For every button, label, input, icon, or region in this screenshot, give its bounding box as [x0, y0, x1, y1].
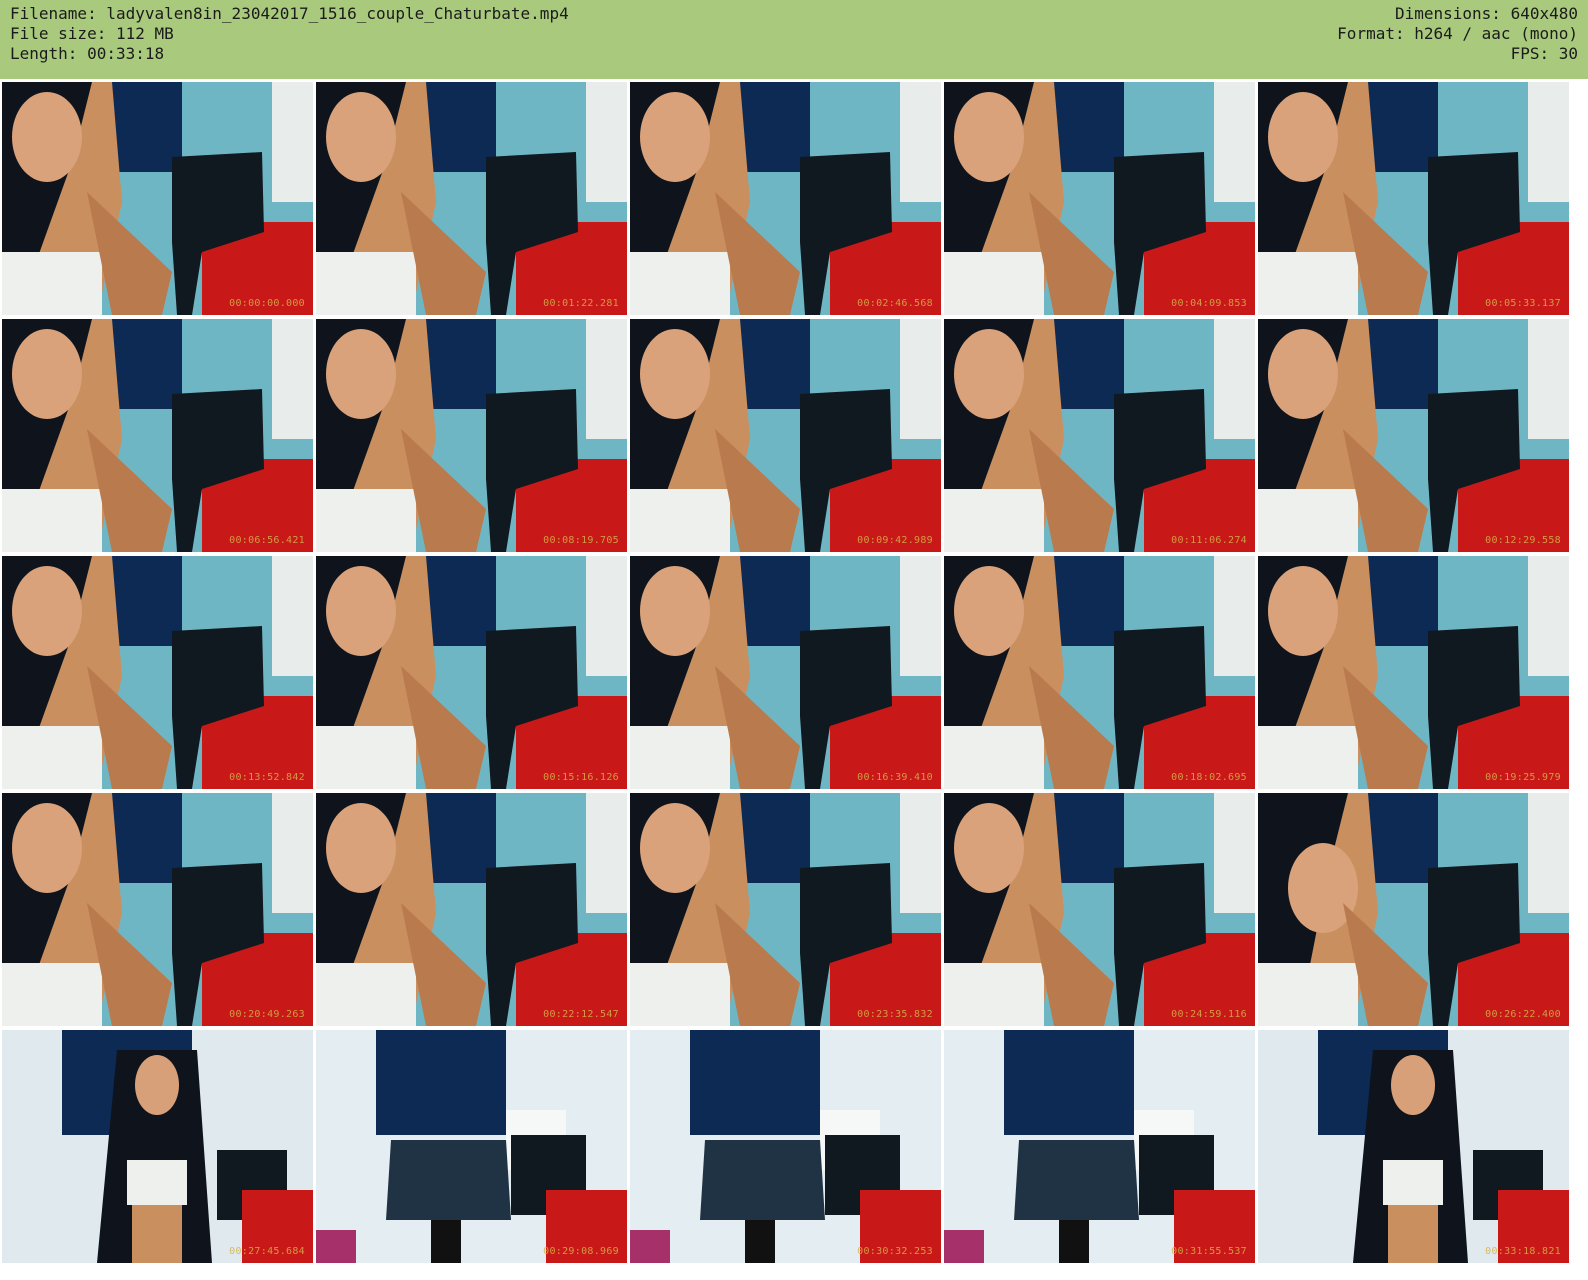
thumbnail-image: [630, 1030, 941, 1263]
thumbnail-image: [316, 319, 627, 552]
thumbnail-timestamp: 00:30:32.253: [857, 1246, 933, 1257]
thumbnail-timestamp: 00:01:22.281: [543, 298, 619, 309]
thumbnail-frame: 00:20:49.263: [2, 793, 313, 1026]
thumbnail-frame: 00:19:25.979: [1258, 556, 1569, 789]
thumbnail-frame: 00:24:59.116: [944, 793, 1255, 1026]
thumbnail-frame: 00:06:56.421: [2, 319, 313, 552]
fps-label: FPS: 30: [1510, 44, 1578, 63]
thumbnail-frame: 00:22:12.547: [316, 793, 627, 1026]
thumbnail-frame: 00:31:55.537: [944, 1030, 1255, 1263]
thumbnail-frame: 00:18:02.695: [944, 556, 1255, 789]
thumbnail-frame: 00:12:29.558: [1258, 319, 1569, 552]
thumbnail-image: [316, 82, 627, 315]
thumbnail-grid: 00:00:00.000 00:01:22.281 00:02:46.568 0…: [0, 80, 1588, 1280]
file-info-left: Filename: ladyvalen8in_23042017_1516_cou…: [10, 4, 569, 64]
thumbnail-timestamp: 00:02:46.568: [857, 298, 933, 309]
thumbnail-image: [316, 1030, 627, 1263]
thumbnail-timestamp: 00:24:59.116: [1171, 1009, 1247, 1020]
format-label: Format: h264 / aac (mono): [1337, 24, 1578, 43]
thumbnail-timestamp: 00:19:25.979: [1485, 772, 1561, 783]
thumbnail-timestamp: 00:18:02.695: [1171, 772, 1247, 783]
thumbnail-image: [1258, 556, 1569, 789]
thumbnail-timestamp: 00:05:33.137: [1485, 298, 1561, 309]
thumbnail-image: [2, 556, 313, 789]
thumbnail-timestamp: 00:23:35.832: [857, 1009, 933, 1020]
filesize-label: File size: 112 MB: [10, 24, 174, 43]
thumbnail-timestamp: 00:11:06.274: [1171, 535, 1247, 546]
thumbnail-timestamp: 00:08:19.705: [543, 535, 619, 546]
thumbnail-frame: 00:04:09.853: [944, 82, 1255, 315]
thumbnail-timestamp: 00:12:29.558: [1485, 535, 1561, 546]
thumbnail-frame: 00:05:33.137: [1258, 82, 1569, 315]
thumbnail-image: [630, 319, 941, 552]
thumbnail-timestamp: 00:16:39.410: [857, 772, 933, 783]
thumbnail-image: [2, 793, 313, 1026]
thumbnail-image: [944, 82, 1255, 315]
thumbnail-image: [1258, 1030, 1569, 1263]
thumbnail-image: [944, 1030, 1255, 1263]
thumbnail-timestamp: 00:20:49.263: [229, 1009, 305, 1020]
thumbnail-image: [1258, 82, 1569, 315]
thumbnail-frame: 00:33:18.821: [1258, 1030, 1569, 1263]
thumbnail-frame: 00:08:19.705: [316, 319, 627, 552]
thumbnail-image: [630, 82, 941, 315]
thumbnail-frame: 00:23:35.832: [630, 793, 941, 1026]
thumbnail-frame: 00:15:16.126: [316, 556, 627, 789]
thumbnail-image: [630, 793, 941, 1026]
thumbnail-frame: 00:30:32.253: [630, 1030, 941, 1263]
thumbnail-timestamp: 00:04:09.853: [1171, 298, 1247, 309]
thumbnail-image: [1258, 793, 1569, 1026]
thumbnail-image: [944, 793, 1255, 1026]
thumbnail-timestamp: 00:15:16.126: [543, 772, 619, 783]
thumbnail-timestamp: 00:31:55.537: [1171, 1246, 1247, 1257]
thumbnail-frame: 00:13:52.842: [2, 556, 313, 789]
thumbnail-frame: 00:00:00.000: [2, 82, 313, 315]
thumbnail-image: [2, 1030, 313, 1263]
thumbnail-frame: 00:11:06.274: [944, 319, 1255, 552]
thumbnail-frame: 00:26:22.400: [1258, 793, 1569, 1026]
thumbnail-timestamp: 00:13:52.842: [229, 772, 305, 783]
thumbnail-timestamp: 00:22:12.547: [543, 1009, 619, 1020]
thumbnail-timestamp: 00:06:56.421: [229, 535, 305, 546]
thumbnail-timestamp: 00:29:08.969: [543, 1246, 619, 1257]
thumbnail-frame: 00:09:42.989: [630, 319, 941, 552]
thumbnail-timestamp: 00:09:42.989: [857, 535, 933, 546]
dimensions-label: Dimensions: 640x480: [1394, 4, 1578, 23]
thumbnail-image: [944, 319, 1255, 552]
thumbnail-frame: 00:29:08.969: [316, 1030, 627, 1263]
thumbnail-image: [2, 319, 313, 552]
thumbnail-timestamp: 00:33:18.821: [1485, 1246, 1561, 1257]
thumbnail-image: [944, 556, 1255, 789]
thumbnail-image: [2, 82, 313, 315]
thumbnail-image: [630, 556, 941, 789]
thumbnail-frame: 00:27:45.684: [2, 1030, 313, 1263]
thumbnail-image: [1258, 319, 1569, 552]
thumbnail-frame: 00:16:39.410: [630, 556, 941, 789]
thumbnail-timestamp: 00:00:00.000: [229, 298, 305, 309]
filename-label: Filename: ladyvalen8in_23042017_1516_cou…: [10, 4, 569, 23]
thumbnail-frame: 00:02:46.568: [630, 82, 941, 315]
thumbnail-timestamp: 00:26:22.400: [1485, 1009, 1561, 1020]
length-label: Length: 00:33:18: [10, 44, 165, 63]
thumbnail-timestamp: 00:27:45.684: [229, 1246, 305, 1257]
thumbnail-image: [316, 556, 627, 789]
thumbnail-image: [316, 793, 627, 1026]
info-header: Filename: ladyvalen8in_23042017_1516_cou…: [0, 0, 1588, 79]
thumbnail-frame: 00:01:22.281: [316, 82, 627, 315]
file-info-right: Dimensions: 640x480 Format: h264 / aac (…: [1337, 4, 1578, 64]
